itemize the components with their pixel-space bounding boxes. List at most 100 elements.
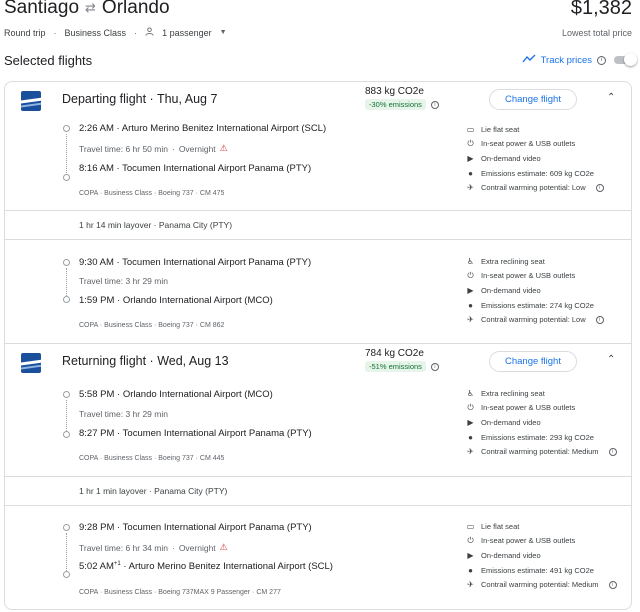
- amenity-label: Contrail warming potential: Medium: [481, 447, 599, 457]
- departure-stop: 9:30 AM · Tocumen International Airport …: [79, 257, 312, 268]
- flight-number: CM 277: [256, 589, 281, 596]
- globe-icon: ●: [468, 168, 473, 178]
- amenity-item: ⏻ In-seat power & USB outlets: [466, 269, 626, 284]
- amenities-list: ♿ Extra reclining seat ⏻ In-seat power & U…: [466, 386, 626, 459]
- flight-direction: Departing flight: [62, 92, 147, 106]
- amenity-item: ✈ Contrail warming potential: Low i: [466, 180, 626, 195]
- amenity-label: On-demand video: [481, 550, 541, 560]
- departure-time: 5:58 PM: [79, 389, 115, 400]
- arrival-stop: 8:27 PM · Tocumen International Airport …: [79, 428, 312, 439]
- flight-segment: 9:30 AM · Tocumen International Airport …: [5, 242, 631, 342]
- flight-number: CM 862: [199, 322, 225, 329]
- price-note: Lowest total price: [561, 28, 632, 38]
- contrail-icon: ✈: [467, 183, 474, 193]
- recline-seat-icon: ♿: [466, 388, 475, 398]
- departure-airport: Tocumen International Airport Panama (PT…: [122, 257, 312, 268]
- arrival-time: 8:27 PM: [79, 428, 115, 439]
- amenity-item: ♿ Extra reclining seat: [466, 386, 626, 401]
- travel-time: Travel time: 3 hr 29 min: [79, 276, 168, 286]
- travel-time: Travel time: 6 hr 34 min · Overnight ⚠: [79, 542, 228, 553]
- track-prices-toggle[interactable]: [614, 53, 637, 66]
- trip-meta: Round trip · Business Class · 1 passenge…: [4, 27, 227, 38]
- airline-name: COPA: [79, 322, 98, 329]
- returning-flight-card: Returning flight · Wed, Aug 13 784 kg CO…: [4, 344, 632, 610]
- cabin-class: Business Class: [64, 27, 127, 38]
- amenity-item: ▶ On-demand video: [466, 151, 626, 166]
- overnight-label: Overnight: [178, 143, 216, 154]
- cabin-class: Business Class: [104, 589, 153, 596]
- info-icon[interactable]: i: [595, 183, 604, 192]
- contrail-icon: ✈: [467, 580, 474, 590]
- flight-segment: 5:58 PM · Orlando International Airport …: [5, 380, 631, 476]
- amenity-label: Contrail warming potential: Medium: [481, 580, 599, 590]
- emissions-badge: -51% emissions: [365, 361, 426, 372]
- flight-details: COPA · Business Class · Boeing 737MAX 9 …: [79, 589, 281, 596]
- info-icon[interactable]: i: [608, 447, 617, 456]
- globe-icon: ●: [468, 432, 473, 442]
- info-icon[interactable]: i: [595, 315, 604, 324]
- emissions-summary: 784 kg CO2e -51% emissions i: [365, 348, 475, 372]
- overnight-label: Overnight: [178, 542, 216, 553]
- amenity-label: Emissions estimate: 293 kg CO2e: [481, 432, 594, 442]
- info-icon[interactable]: i: [430, 362, 439, 371]
- chevron-up-icon[interactable]: ⌃: [607, 354, 615, 365]
- cabin-class: Business Class: [104, 322, 153, 329]
- departure-stop: 5:58 PM · Orlando International Airport …: [79, 389, 273, 400]
- departure-stop: 9:28 PM · Tocumen International Airport …: [79, 522, 312, 533]
- amenity-label: In-seat power & USB outlets: [481, 139, 576, 149]
- departure-dot: [63, 125, 70, 132]
- amenity-item: ● Emissions estimate: 609 kg CO2e: [466, 166, 626, 181]
- aircraft: Boeing 737: [158, 190, 194, 197]
- video-icon: ▶: [467, 550, 474, 560]
- timeline-line: [66, 134, 67, 173]
- arrival-airport: Tocumen International Airport Panama (PT…: [122, 428, 312, 439]
- amenities-list: ♿ Extra reclining seat ⏻ In-seat power & U…: [466, 254, 626, 327]
- info-icon[interactable]: i: [608, 580, 617, 589]
- amenity-label: Extra reclining seat: [481, 388, 545, 398]
- flight-date: Wed, Aug 13: [157, 354, 229, 368]
- amenity-item: ▶ On-demand video: [466, 548, 626, 563]
- separator-dot: ·: [53, 27, 57, 38]
- amenity-label: Emissions estimate: 274 kg CO2e: [481, 300, 594, 310]
- track-prices[interactable]: Track prices i: [522, 53, 637, 66]
- power-plug-icon: ⏻: [467, 138, 474, 148]
- flight-segment: 2:26 AM · Arturo Merino Benitez Internat…: [5, 118, 631, 210]
- departure-dot: [63, 524, 70, 531]
- timeline-line: [66, 533, 67, 571]
- info-icon[interactable]: i: [597, 55, 606, 65]
- globe-icon: ●: [468, 565, 473, 575]
- amenity-item: ⏻ In-seat power & USB outlets: [466, 534, 626, 549]
- returning-flight-title: Returning flight · Wed, Aug 13: [62, 354, 229, 368]
- airline-name: COPA: [79, 190, 98, 197]
- copa-airline-logo: [21, 91, 41, 111]
- airline-name: COPA: [79, 455, 98, 462]
- flight-details: COPA · Business Class · Boeing 737 · CM …: [79, 322, 225, 329]
- chevron-down-icon[interactable]: ▼: [220, 29, 227, 36]
- departure-airport: Tocumen International Airport Panama (PT…: [122, 522, 312, 533]
- chevron-up-icon[interactable]: ⌃: [607, 92, 615, 103]
- track-prices-label[interactable]: Track prices: [541, 55, 592, 66]
- arrival-time: 8:16 AM: [79, 163, 114, 174]
- contrail-icon: ✈: [467, 315, 474, 325]
- arrival-dot: [63, 296, 70, 303]
- flight-date: Thu, Aug 7: [156, 92, 218, 106]
- layover-row: 1 hr 1 min layover · Panama City (PTY): [5, 476, 631, 506]
- info-icon[interactable]: i: [430, 100, 439, 109]
- departing-flight-card: Departing flight · Thu, Aug 7 883 kg CO2…: [4, 81, 632, 344]
- travel-duration: Travel time: 3 hr 29 min: [79, 276, 168, 286]
- emissions-summary: 883 kg CO2e -30% emissions i: [365, 86, 475, 110]
- amenity-label: On-demand video: [481, 417, 541, 427]
- amenity-item: ▭ Lie flat seat: [466, 122, 626, 137]
- selected-flights-heading: Selected flights: [4, 53, 93, 68]
- trip-header: Santiago ⇄ Orlando $1,382 Round trip · B…: [4, 0, 636, 48]
- total-price: $1,382: [570, 0, 632, 19]
- amenity-item: ● Emissions estimate: 274 kg CO2e: [466, 298, 626, 313]
- passenger-count[interactable]: 1 passenger: [162, 28, 212, 38]
- amenity-label: Emissions estimate: 491 kg CO2e: [481, 565, 594, 575]
- change-flight-button[interactable]: Change flight: [489, 351, 577, 372]
- departure-airport: Arturo Merino Benitez International Airp…: [121, 123, 327, 134]
- warning-icon: ⚠: [219, 143, 228, 153]
- amenity-item: ⏻ In-seat power & USB outlets: [466, 137, 626, 152]
- change-flight-button[interactable]: Change flight: [489, 89, 577, 110]
- emissions-value: 883 kg CO2e: [365, 86, 424, 97]
